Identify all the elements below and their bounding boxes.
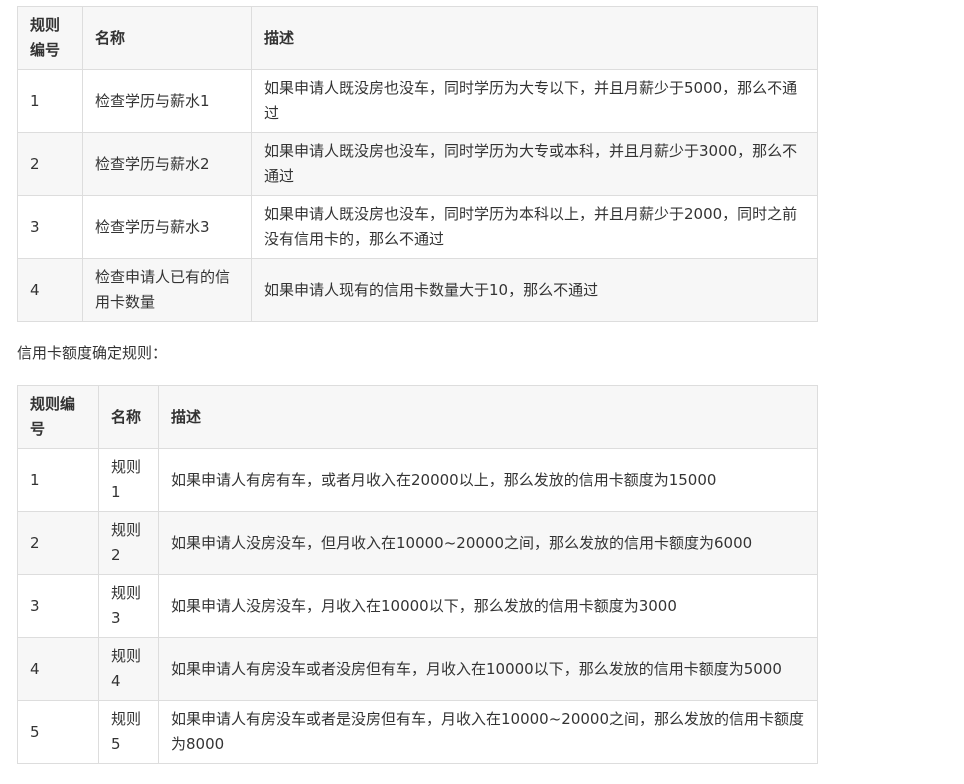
credit-limit-caption: 信用卡额度确定规则： — [17, 344, 168, 362]
rule-id-cell: 4 — [17, 258, 83, 322]
rule-id-cell: 4 — [17, 637, 99, 701]
rule-name-cell: 检查申请人已有的信用卡数量 — [82, 258, 252, 322]
rule-id-cell: 1 — [17, 448, 99, 512]
header-rule-id: 规则编号 — [17, 6, 83, 70]
rule-name-cell: 检查学历与薪水2 — [82, 132, 252, 196]
rule-id-cell: 5 — [17, 700, 99, 764]
rule-id-cell: 2 — [17, 511, 99, 575]
rule-desc-cell: 如果申请人有房没车或者是没房但有车，月收入在10000~20000之间，那么发放… — [158, 700, 818, 764]
rule-desc-cell: 如果申请人没房没车，月收入在10000以下，那么发放的信用卡额度为3000 — [158, 574, 818, 638]
rule-id-cell: 2 — [17, 132, 83, 196]
table-row: 4 规则4 如果申请人有房没车或者没房但有车，月收入在10000以下，那么发放的… — [17, 637, 818, 701]
rule-id-cell: 3 — [17, 195, 83, 259]
rule-name-cell: 检查学历与薪水1 — [82, 69, 252, 133]
header-rule-id: 规则编号 — [17, 385, 99, 449]
rule-name-cell: 检查学历与薪水3 — [82, 195, 252, 259]
rule-desc-cell: 如果申请人既没房也没车，同时学历为大专或本科，并且月薪少于3000，那么不通过 — [251, 132, 818, 196]
rule-desc-cell: 如果申请人没房没车，但月收入在10000~20000之间，那么发放的信用卡额度为… — [158, 511, 818, 575]
rule-desc-cell: 如果申请人有房有车，或者月收入在20000以上，那么发放的信用卡额度为15000 — [158, 448, 818, 512]
header-description: 描述 — [158, 385, 818, 449]
credit-limit-rules-table: 规则编号 名称 描述 1 规则1 如果申请人有房有车，或者月收入在20000以上… — [17, 385, 818, 764]
header-name: 名称 — [98, 385, 159, 449]
rule-desc-cell: 如果申请人有房没车或者没房但有车，月收入在10000以下，那么发放的信用卡额度为… — [158, 637, 818, 701]
table-row: 3 规则3 如果申请人没房没车，月收入在10000以下，那么发放的信用卡额度为3… — [17, 574, 818, 638]
table-row: 5 规则5 如果申请人有房没车或者是没房但有车，月收入在10000~20000之… — [17, 700, 818, 764]
table-header-row: 规则编号 名称 描述 — [17, 385, 818, 449]
rule-id-cell: 1 — [17, 69, 83, 133]
rule-name-cell: 规则5 — [98, 700, 159, 764]
table-row: 2 检查学历与薪水2 如果申请人既没房也没车，同时学历为大专或本科，并且月薪少于… — [17, 132, 818, 196]
table-row: 2 规则2 如果申请人没房没车，但月收入在10000~20000之间，那么发放的… — [17, 511, 818, 575]
rule-id-cell: 3 — [17, 574, 99, 638]
table-header-row: 规则编号 名称 描述 — [17, 6, 818, 70]
table-row: 3 检查学历与薪水3 如果申请人既没房也没车，同时学历为本科以上，并且月薪少于2… — [17, 195, 818, 259]
rule-name-cell: 规则2 — [98, 511, 159, 575]
rule-name-cell: 规则3 — [98, 574, 159, 638]
rule-desc-cell: 如果申请人现有的信用卡数量大于10，那么不通过 — [251, 258, 818, 322]
table-row: 1 规则1 如果申请人有房有车，或者月收入在20000以上，那么发放的信用卡额度… — [17, 448, 818, 512]
rule-name-cell: 规则4 — [98, 637, 159, 701]
rule-desc-cell: 如果申请人既没房也没车，同时学历为本科以上，并且月薪少于2000，同时之前没有信… — [251, 195, 818, 259]
header-description: 描述 — [251, 6, 818, 70]
rule-desc-cell: 如果申请人既没房也没车，同时学历为大专以下，并且月薪少于5000，那么不通过 — [251, 69, 818, 133]
table-row: 1 检查学历与薪水1 如果申请人既没房也没车，同时学历为大专以下，并且月薪少于5… — [17, 69, 818, 133]
header-name: 名称 — [82, 6, 252, 70]
approval-rules-table: 规则编号 名称 描述 1 检查学历与薪水1 如果申请人既没房也没车，同时学历为大… — [17, 6, 818, 322]
rule-name-cell: 规则1 — [98, 448, 159, 512]
table-row: 4 检查申请人已有的信用卡数量 如果申请人现有的信用卡数量大于10，那么不通过 — [17, 258, 818, 322]
